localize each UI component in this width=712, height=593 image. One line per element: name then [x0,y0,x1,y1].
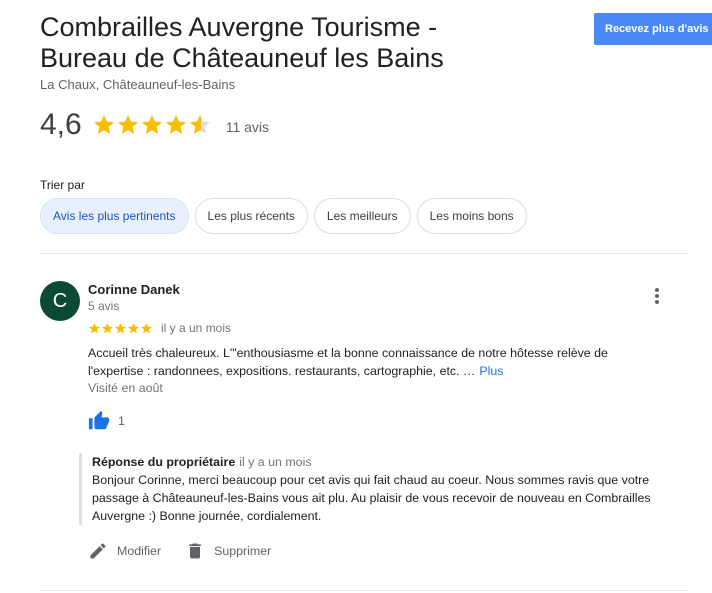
review-body: Accueil très chaleureux. L'"enthousiasme… [88,346,608,378]
rating-summary: 4,6 11 avis [40,108,269,142]
sort-chip-highest[interactable]: Les meilleurs [313,198,411,234]
star-icon [89,322,100,333]
sort-chip-newest[interactable]: Les plus récents [194,198,308,234]
sort-chips: Avis les plus pertinents Les plus récent… [40,198,527,234]
star-icon [115,322,126,333]
author-review-count: 5 avis [88,299,120,313]
trash-icon [189,543,201,559]
edit-button[interactable]: Modifier [88,541,161,561]
review-time: il y a un mois [161,321,232,335]
rating-stars [92,113,212,137]
star-icon [93,115,114,134]
star-icon [102,322,113,333]
thumbs-up-icon [88,410,110,430]
sort-chip-relevant[interactable]: Avis les plus pertinents [40,198,189,234]
edit-label: Modifier [117,544,162,558]
more-options-icon[interactable] [648,286,666,306]
divider [40,590,688,591]
rating-value: 4,6 [40,108,82,141]
delete-label: Supprimer [214,544,272,558]
review-stars [88,322,153,335]
star-icon [165,115,186,134]
review-count: 11 avis [225,118,270,135]
pencil-icon [90,543,106,559]
star-icon [141,115,162,134]
star-icon [128,322,139,333]
star-half-icon [189,115,210,134]
owner-response: Réponse du propriétaire il y a un mois Bo… [79,453,679,525]
owner-response-label: Réponse du propriétaire [92,455,236,469]
response-actions: Modifier Supprimer [88,541,295,561]
like-button[interactable]: 1 [88,410,125,432]
review-meta: il y a un mois [88,321,231,335]
place-address: La Chaux, Châteauneuf-les-Bains [40,77,236,92]
delete-button[interactable]: Supprimer [185,541,271,561]
like-count: 1 [118,414,125,428]
sort-chip-lowest[interactable]: Les moins bons [416,198,527,234]
review-text: Accueil très chaleureux. L'"enthousiasme… [88,344,648,380]
review-author[interactable]: Corinne Danek [88,282,180,297]
place-title: Combrailles Auvergne Tourisme - Bureau d… [40,12,444,73]
sort-label: Trier par [40,178,85,192]
divider [40,253,688,254]
star-icon [117,115,138,134]
visit-date: Visité en août [88,381,163,395]
owner-response-text: Bonjour Corinne, merci beaucoup pour cet… [92,473,651,523]
star-icon [141,322,152,333]
read-more-link[interactable]: Plus [479,364,503,378]
avatar[interactable]: C [40,281,80,321]
get-more-reviews-button[interactable]: Recevez plus d'avis [594,13,712,45]
owner-response-time: il y a un mois [239,455,312,469]
